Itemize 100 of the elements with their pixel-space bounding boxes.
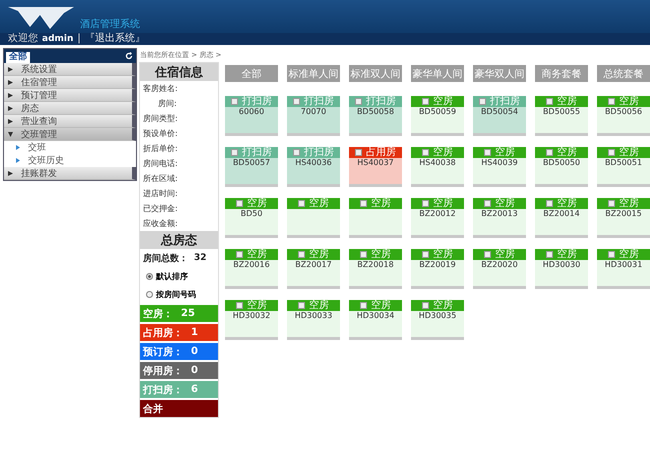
- room-card[interactable]: 空房 HD30033: [287, 300, 340, 340]
- checkbox[interactable]: [360, 302, 367, 309]
- logout-link[interactable]: 『退出系统』: [84, 33, 145, 45]
- room-number: HS40038: [418, 158, 457, 168]
- checkbox[interactable]: [293, 149, 300, 156]
- checkbox[interactable]: [422, 302, 429, 309]
- checkbox[interactable]: [422, 200, 429, 207]
- checkbox[interactable]: [422, 98, 429, 105]
- checkbox[interactable]: [422, 149, 429, 156]
- room-card[interactable]: 空房 BZ20014: [535, 198, 588, 238]
- room-card[interactable]: 空房 BZ20017: [287, 249, 340, 289]
- field-label: 折后单价:: [142, 143, 179, 155]
- checkbox[interactable]: [236, 251, 243, 258]
- room-status: 空房: [473, 249, 526, 260]
- room-card[interactable]: 打扫房 HS40036: [287, 147, 340, 187]
- room-number: 60060: [238, 107, 266, 117]
- sidebar-tab[interactable]: 全部: [6, 52, 30, 63]
- room-card[interactable]: 打扫房 60060: [225, 96, 278, 136]
- welcome-text: 欢迎您: [8, 33, 38, 45]
- menu-item[interactable]: 预订管理: [4, 89, 136, 102]
- room-card[interactable]: 空房 BZ20018: [349, 249, 402, 289]
- checkbox[interactable]: [298, 302, 305, 309]
- room-card[interactable]: 空房 BZ20019: [411, 249, 464, 289]
- checkbox[interactable]: [422, 251, 429, 258]
- menu-item[interactable]: 挂账群发: [4, 167, 136, 180]
- room-card[interactable]: 空房 HD30035: [411, 300, 464, 340]
- room-card[interactable]: 打扫房 BD50054: [473, 96, 526, 136]
- room-status: 空房: [411, 249, 464, 260]
- checkbox[interactable]: [608, 251, 615, 258]
- checkbox[interactable]: [298, 251, 305, 258]
- menu-item[interactable]: 交班管理: [4, 128, 136, 141]
- menu-item[interactable]: 住宿管理: [4, 76, 136, 89]
- room-number: BD50054: [480, 107, 520, 117]
- refresh-icon[interactable]: [125, 52, 133, 60]
- room-number: BZ20015: [604, 209, 643, 219]
- room-card[interactable]: 空房 HS40038: [411, 147, 464, 187]
- checkbox[interactable]: [546, 149, 553, 156]
- checkbox[interactable]: [298, 200, 305, 207]
- radio-button[interactable]: [146, 290, 153, 298]
- room-card[interactable]: 空房 HD30032: [225, 300, 278, 340]
- room-card[interactable]: 空房 BD50056: [597, 96, 650, 136]
- room-card[interactable]: 打扫房 BD50057: [225, 147, 278, 187]
- menu-item[interactable]: 营业查询: [4, 115, 136, 128]
- room-status: 打扫房: [225, 147, 278, 158]
- status-bar[interactable]: 占用房： 1: [140, 324, 218, 341]
- room-status: 占用房: [349, 147, 402, 158]
- checkbox[interactable]: [484, 251, 491, 258]
- checkbox[interactable]: [546, 251, 553, 258]
- room-card[interactable]: 空房 HD30031: [597, 249, 650, 289]
- checkbox[interactable]: [484, 200, 491, 207]
- room-status: 空房: [535, 249, 588, 260]
- checkbox[interactable]: [355, 149, 362, 156]
- room-card[interactable]: 空房 HS40039: [473, 147, 526, 187]
- status-bar[interactable]: 合并: [140, 400, 218, 417]
- room-card[interactable]: 空房 BZ20015: [597, 198, 650, 238]
- radio-button[interactable]: [146, 272, 153, 280]
- room-card[interactable]: 占用房 HS40037: [349, 147, 402, 187]
- field-label: 所在区域:: [142, 173, 179, 185]
- room-status: 空房: [225, 249, 278, 260]
- menu-item[interactable]: 房态: [4, 102, 136, 115]
- room-card[interactable]: 空房 HD30030: [535, 249, 588, 289]
- checkbox[interactable]: [360, 251, 367, 258]
- room-status: 空房: [535, 96, 588, 107]
- room-status: 打扫房: [473, 96, 526, 107]
- checkbox[interactable]: [484, 149, 491, 156]
- room-card[interactable]: 空房 BZ20016: [225, 249, 278, 289]
- room-card[interactable]: 空房 BZ20013: [473, 198, 526, 238]
- checkbox[interactable]: [546, 200, 553, 207]
- status-bar[interactable]: 停用房： 0: [140, 362, 218, 379]
- radio-label: 默认排序: [156, 270, 188, 282]
- checkbox[interactable]: [236, 302, 243, 309]
- room-card[interactable]: 空房 BD50051: [597, 147, 650, 187]
- room-status: 空房: [411, 198, 464, 209]
- checkbox[interactable]: [231, 98, 238, 105]
- room-card[interactable]: 空房 HD30034: [349, 300, 402, 340]
- checkbox[interactable]: [608, 200, 615, 207]
- room-number: BD50057: [232, 158, 272, 168]
- triangle-right-icon: [8, 92, 13, 98]
- room-card[interactable]: 空房 BZ20020: [473, 249, 526, 289]
- room-card[interactable]: 空房 BD50: [225, 198, 278, 238]
- checkbox[interactable]: [360, 200, 367, 207]
- checkbox[interactable]: [479, 98, 486, 105]
- room-card[interactable]: 空房 BD50055: [535, 96, 588, 136]
- checkbox[interactable]: [236, 200, 243, 207]
- checkbox[interactable]: [231, 149, 238, 156]
- room-card[interactable]: 打扫房 70070: [287, 96, 340, 136]
- checkbox[interactable]: [546, 98, 553, 105]
- room-number: BD50056: [604, 107, 644, 117]
- checkbox[interactable]: [355, 98, 362, 105]
- room-card[interactable]: 打扫房 BD50058: [349, 96, 402, 136]
- room-number: BZ20013: [480, 209, 519, 219]
- room-number: BZ20016: [232, 260, 271, 270]
- room-card[interactable]: 空房 BD50050: [535, 147, 588, 187]
- room-card[interactable]: 空房 BD50059: [411, 96, 464, 136]
- checkbox[interactable]: [608, 149, 615, 156]
- checkbox[interactable]: [608, 98, 615, 105]
- status-bar[interactable]: 预订房： 0: [140, 343, 218, 360]
- menu-item[interactable]: 系统设置: [4, 63, 136, 76]
- room-card[interactable]: 空房 BZ20012: [411, 198, 464, 238]
- checkbox[interactable]: [293, 98, 300, 105]
